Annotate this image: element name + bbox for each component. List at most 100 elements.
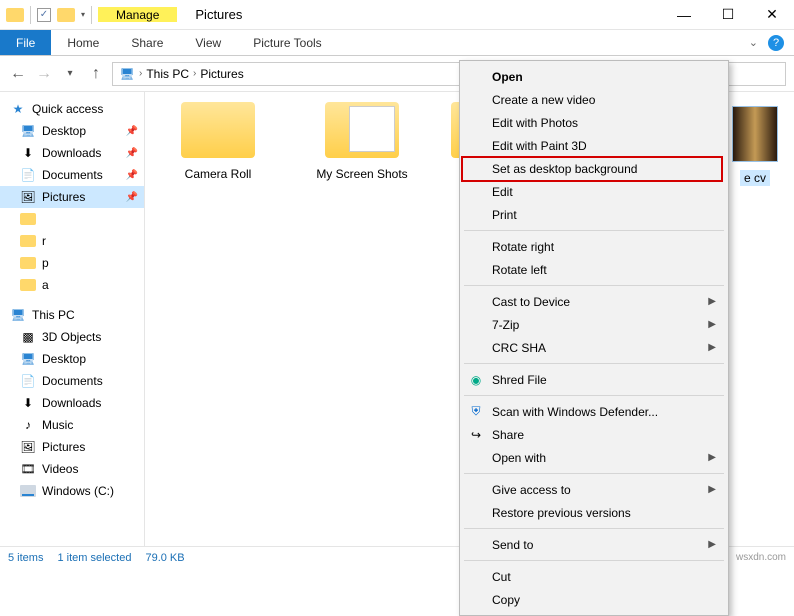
watermark: wsxdn.com: [736, 552, 786, 563]
ctx-crc[interactable]: CRC SHA▶: [462, 336, 726, 359]
tree-drive-c[interactable]: Windows (C:): [0, 480, 144, 502]
breadcrumb-current[interactable]: Pictures: [200, 67, 243, 81]
forward-button[interactable]: →: [34, 65, 54, 83]
tree-stub3[interactable]: p: [0, 252, 144, 274]
tree-quick-access[interactable]: ★Quick access: [0, 98, 144, 120]
status-selected: 1 item selected: [57, 552, 131, 564]
ctx-label: Edit with Photos: [492, 116, 578, 130]
tree-documents[interactable]: 📄Documents📌: [0, 164, 144, 186]
back-button[interactable]: ←: [8, 65, 28, 83]
tab-view[interactable]: View: [179, 30, 237, 55]
ctx-set-background[interactable]: Set as desktop background: [462, 157, 726, 180]
image-cv[interactable]: e cv: [732, 106, 778, 186]
ctx-7zip[interactable]: 7-Zip ▶: [462, 313, 726, 336]
ctx-label: Restore previous versions: [492, 506, 631, 520]
qat-properties-icon[interactable]: ✓: [37, 8, 51, 22]
ctx-separator: [464, 285, 724, 286]
ribbon-collapse-icon[interactable]: ⌄: [749, 36, 758, 49]
ctx-print[interactable]: Print: [462, 203, 726, 226]
close-button[interactable]: ✕: [750, 0, 794, 30]
tree-this-pc[interactable]: 🖥This PC: [0, 304, 144, 326]
chevron-right-icon: ›: [193, 68, 196, 79]
ctx-shred[interactable]: ◉ Shred File: [462, 368, 726, 391]
tree-pc-music[interactable]: ♪Music: [0, 414, 144, 436]
status-size: 79.0 KB: [145, 552, 184, 564]
ctx-defender[interactable]: ⛨ Scan with Windows Defender...: [462, 400, 726, 423]
help-icon[interactable]: ?: [768, 35, 784, 51]
tree-label: Downloads: [42, 396, 101, 410]
tab-home[interactable]: Home: [51, 30, 115, 55]
folder-camera-roll[interactable]: Camera Roll: [163, 102, 273, 182]
ribbon-tabs: File Home Share View Picture Tools ⌄ ?: [0, 30, 794, 56]
ctx-edit[interactable]: Edit: [462, 180, 726, 203]
ctx-share[interactable]: ↪ Share: [462, 423, 726, 446]
tree-desktop[interactable]: 🖥Desktop📌: [0, 120, 144, 142]
tree-label: Music: [42, 418, 73, 432]
breadcrumb-root[interactable]: This PC: [146, 67, 189, 81]
ctx-label: Open: [492, 70, 523, 84]
tree-stub2[interactable]: r: [0, 230, 144, 252]
minimize-button[interactable]: —: [662, 0, 706, 30]
ctx-give-access[interactable]: Give access to▶: [462, 478, 726, 501]
tab-picture-tools[interactable]: Picture Tools: [237, 30, 337, 55]
ctx-cast[interactable]: Cast to Device▶: [462, 290, 726, 313]
ctx-open-with[interactable]: Open with▶: [462, 446, 726, 469]
share-icon: ↪: [468, 428, 484, 442]
ctx-label: Scan with Windows Defender...: [492, 405, 658, 419]
tree-label: Downloads: [42, 146, 101, 160]
tree-pc-desktop[interactable]: 🖥Desktop: [0, 348, 144, 370]
tree-downloads[interactable]: ⬇Downloads📌: [0, 142, 144, 164]
shred-icon: ◉: [468, 373, 484, 387]
pin-icon: 📌: [126, 170, 138, 181]
pc-icon: 🖥: [10, 307, 26, 323]
manage-label: Manage: [116, 9, 159, 22]
ctx-edit-photos[interactable]: Edit with Photos: [462, 111, 726, 134]
pc-icon: 🖥: [119, 66, 135, 82]
ctx-new-video[interactable]: Create a new video: [462, 88, 726, 111]
tree-stub1[interactable]: [0, 208, 144, 230]
ctx-label: Set as desktop background: [492, 162, 637, 176]
qat-newfolder-icon[interactable]: [57, 8, 75, 22]
tree-3dobjects[interactable]: ▩3D Objects: [0, 326, 144, 348]
folder-screenshots[interactable]: My Screen Shots: [307, 102, 417, 182]
ctx-label: Print: [492, 208, 517, 222]
ctx-separator: [464, 363, 724, 364]
tree-pc-videos[interactable]: 🎞Videos: [0, 458, 144, 480]
ctx-separator: [464, 560, 724, 561]
maximize-button[interactable]: ☐: [706, 0, 750, 30]
ctx-rotate-left[interactable]: Rotate left: [462, 258, 726, 281]
submenu-arrow-icon: ▶: [708, 319, 716, 330]
ctx-cut[interactable]: Cut: [462, 565, 726, 588]
ctx-open[interactable]: Open: [462, 65, 726, 88]
ctx-restore[interactable]: Restore previous versions: [462, 501, 726, 524]
ctx-rotate-right[interactable]: Rotate right: [462, 235, 726, 258]
ctx-label: 7-Zip: [492, 318, 519, 332]
tab-file[interactable]: File: [0, 30, 51, 55]
tree-pc-downloads[interactable]: ⬇Downloads: [0, 392, 144, 414]
image-thumbnail: [732, 106, 778, 162]
ctx-edit-paint3d[interactable]: Edit with Paint 3D: [462, 134, 726, 157]
ctx-label: Shred File: [492, 373, 547, 387]
pin-icon: 📌: [126, 192, 138, 203]
shield-icon: ⛨: [468, 404, 484, 419]
ctx-label: CRC SHA: [492, 341, 546, 355]
ctx-label: Share: [492, 428, 524, 442]
up-button[interactable]: ↑: [86, 65, 106, 83]
ctx-send-to[interactable]: Send to▶: [462, 533, 726, 556]
ctx-copy[interactable]: Copy: [462, 588, 726, 611]
qat-dropdown-icon[interactable]: ▾: [81, 10, 85, 19]
tree-pictures[interactable]: 🖼Pictures📌: [0, 186, 144, 208]
ctx-label: Create a new video: [492, 93, 595, 107]
star-icon: ★: [10, 101, 26, 117]
context-menu: Open Create a new video Edit with Photos…: [459, 60, 729, 616]
recent-dropdown-icon[interactable]: ▾: [60, 68, 80, 79]
tree-stub4[interactable]: a: [0, 274, 144, 296]
ctx-label: Open with: [492, 451, 546, 465]
folder-icon: [20, 235, 36, 247]
tree-pc-documents[interactable]: 📄Documents: [0, 370, 144, 392]
tree-pc-pictures[interactable]: 🖼Pictures: [0, 436, 144, 458]
tab-share[interactable]: Share: [115, 30, 179, 55]
ctx-label: Copy: [492, 593, 520, 607]
tree-label: 3D Objects: [42, 330, 101, 344]
tree-label: Documents: [42, 374, 103, 388]
